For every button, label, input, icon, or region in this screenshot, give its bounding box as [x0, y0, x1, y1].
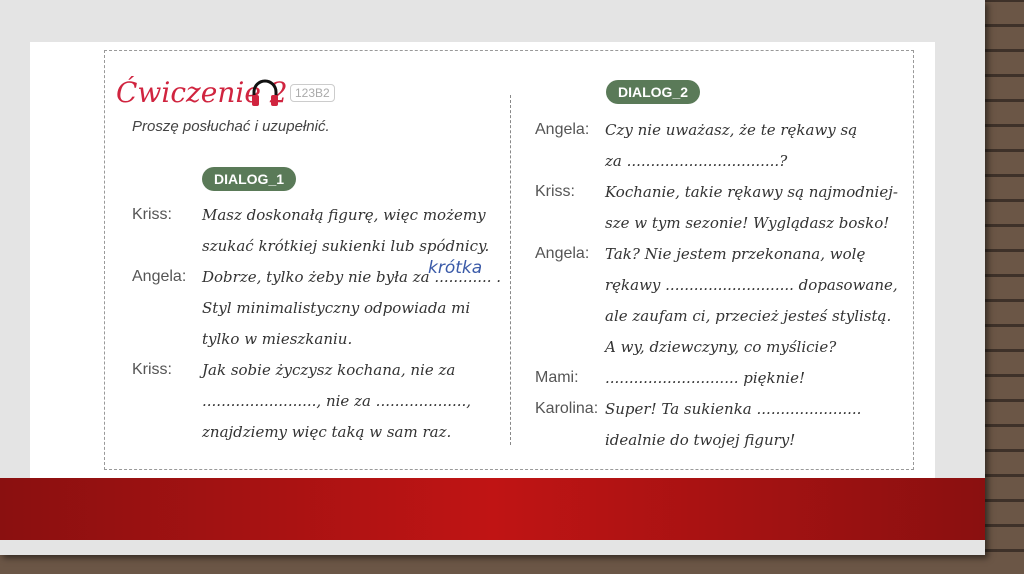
speaker-name: Angela:	[535, 121, 590, 138]
speaker-name: Karolina:	[535, 400, 599, 417]
dialog-line: idealnie do twojej figury!	[605, 431, 796, 449]
speaker-name: Kriss:	[132, 206, 172, 223]
speaker-name: Mami:	[535, 369, 579, 386]
instruction: Proszę posłuchać i uzupełnić.	[132, 118, 330, 135]
dialog-line: Kochanie, takie rękawy są najmodniej-	[605, 183, 898, 201]
dialog-line: ale zaufam ci, przecież jesteś stylistą.	[605, 307, 892, 325]
dialog-line: znajdziemy więc taką w sam raz.	[202, 423, 452, 441]
dialog-line: rękawy ........................... dopas…	[605, 276, 898, 294]
dialog-line: Super! Ta sukienka .....................…	[605, 400, 862, 418]
red-band	[0, 478, 985, 540]
dialog-line: Jak sobie życzysz kochana, nie za	[202, 361, 456, 379]
dialog-line: Masz doskonałą figurę, więc możemy	[202, 206, 486, 224]
dialog-line: Tak? Nie jestem przekonana, wolę	[605, 245, 866, 263]
dialog-2-badge: DIALOG_2	[606, 80, 701, 104]
dialog-line: tylko w mieszkaniu.	[202, 330, 353, 348]
speaker-name: Kriss:	[132, 361, 172, 378]
speaker-name: Angela:	[132, 268, 187, 285]
dialog-line: ........................, nie za .......…	[202, 392, 472, 410]
level-code: 123B2	[290, 84, 335, 102]
dialog-line: sze w tym sezonie! Wyglądasz bosko!	[605, 214, 890, 232]
dialog-line: za ................................?	[605, 152, 788, 170]
dialog-line: ............................ pięknie!	[605, 369, 806, 387]
dialog-line: Styl minimalistyczny odpowiada mi	[202, 299, 471, 317]
handwritten-answer: krótka	[428, 258, 483, 278]
headphones-icon	[252, 79, 278, 106]
speaker-name: Kriss:	[535, 183, 575, 200]
dialog-line: A wy, dziewczyny, co myślicie?	[605, 338, 837, 356]
speaker-name: Angela:	[535, 245, 590, 262]
dialog-1-badge: DIALOG_1	[202, 167, 297, 191]
dialog-line: szukać krótkiej sukienki lub spódnicy.	[202, 237, 490, 255]
dialog-line: Czy nie uważasz, że te rękawy są	[605, 121, 858, 139]
column-divider	[510, 95, 511, 445]
